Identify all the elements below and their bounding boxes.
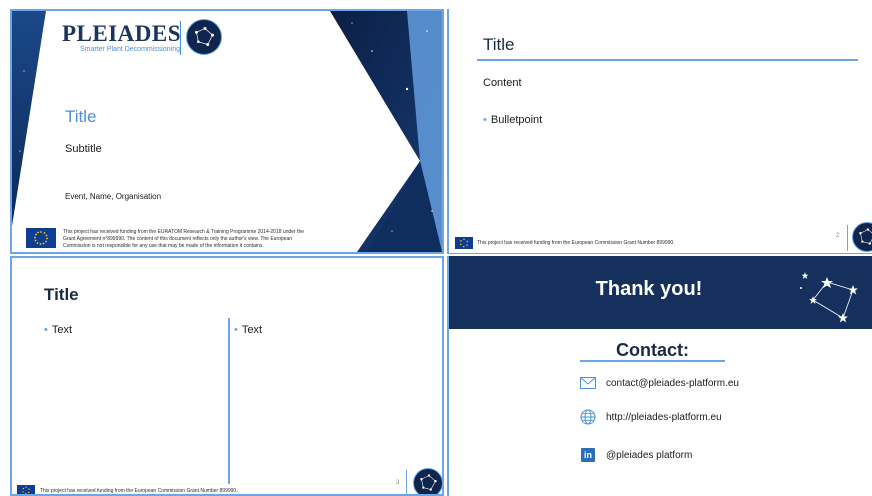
slide-title[interactable]: Title xyxy=(65,107,97,127)
globe-icon xyxy=(580,409,596,425)
bullet-icon: • xyxy=(483,114,487,126)
contact-website-row[interactable]: http://pleiades-platform.eu xyxy=(580,408,722,426)
contact-heading[interactable]: Contact: xyxy=(580,340,725,361)
starfield-background xyxy=(12,11,442,252)
slide-title[interactable]: Title xyxy=(483,35,515,55)
content-slide[interactable]: Title Content • Bulletpoint This project … xyxy=(447,9,872,254)
column-divider xyxy=(228,318,230,484)
page-number: 3 xyxy=(396,480,400,486)
bullet-text: Bulletpoint xyxy=(490,114,543,126)
footer-divider xyxy=(847,225,848,251)
mail-icon xyxy=(580,375,596,391)
contact-linkedin-row[interactable]: in @pleiades platform xyxy=(580,446,692,464)
two-column-slide[interactable]: Title • Text • Text This project has recei… xyxy=(10,256,444,496)
right-column-text[interactable]: • Text xyxy=(234,324,262,336)
bullet-icon: • xyxy=(234,324,238,336)
bullet-icon: • xyxy=(44,324,48,336)
left-column-text[interactable]: • Text xyxy=(44,324,72,336)
left-text: Text xyxy=(51,324,73,336)
logo-divider xyxy=(180,21,181,55)
page-number: 2 xyxy=(836,233,840,239)
slide-title[interactable]: Title xyxy=(44,285,79,305)
linkedin-icon: in xyxy=(580,447,596,463)
contact-underline xyxy=(580,360,725,362)
event-line[interactable]: Event, Name, Organisation xyxy=(65,192,161,201)
linkedin-icon-label: in xyxy=(581,448,595,462)
eu-flag-icon xyxy=(26,228,56,248)
eu-flag-icon xyxy=(17,485,35,494)
constellation-logo-icon xyxy=(186,19,222,55)
constellation-stars-icon xyxy=(800,272,858,323)
title-underline xyxy=(477,59,858,61)
email-text[interactable]: contact@pleiades-platform.eu xyxy=(606,378,739,389)
constellation-logo-icon xyxy=(413,468,442,494)
right-text: Text xyxy=(241,324,263,336)
logo-wordmark: PLEIADES xyxy=(62,21,182,46)
footer-funding: This project has received funding from t… xyxy=(477,240,675,246)
contact-email-row[interactable]: contact@pleiades-platform.eu xyxy=(580,374,739,392)
funding-notice: This project has received funding from t… xyxy=(63,229,305,249)
footer-divider xyxy=(406,470,407,494)
footer-funding: This project has received funding from t… xyxy=(40,488,238,494)
content-text[interactable]: Content xyxy=(483,77,522,89)
linkedin-handle[interactable]: @pleiades platform xyxy=(606,450,692,461)
constellation-logo-icon xyxy=(852,222,872,252)
bullet-item[interactable]: • Bulletpoint xyxy=(483,114,542,126)
title-slide[interactable]: PLEIADES Smarter Plant Decommissioning T… xyxy=(10,9,444,254)
thank-you-slide[interactable]: Thank you! Contact: contact@pleiades-pla… xyxy=(447,256,872,496)
eu-flag-icon xyxy=(455,237,473,249)
logo-subtitle: Smarter Plant Decommissioning xyxy=(80,46,180,53)
website-link[interactable]: http://pleiades-platform.eu xyxy=(606,412,722,423)
thank-you-banner: Thank you! xyxy=(449,256,872,329)
slide-subtitle[interactable]: Subtitle xyxy=(65,143,102,155)
thank-you-heading[interactable]: Thank you! xyxy=(449,278,849,301)
